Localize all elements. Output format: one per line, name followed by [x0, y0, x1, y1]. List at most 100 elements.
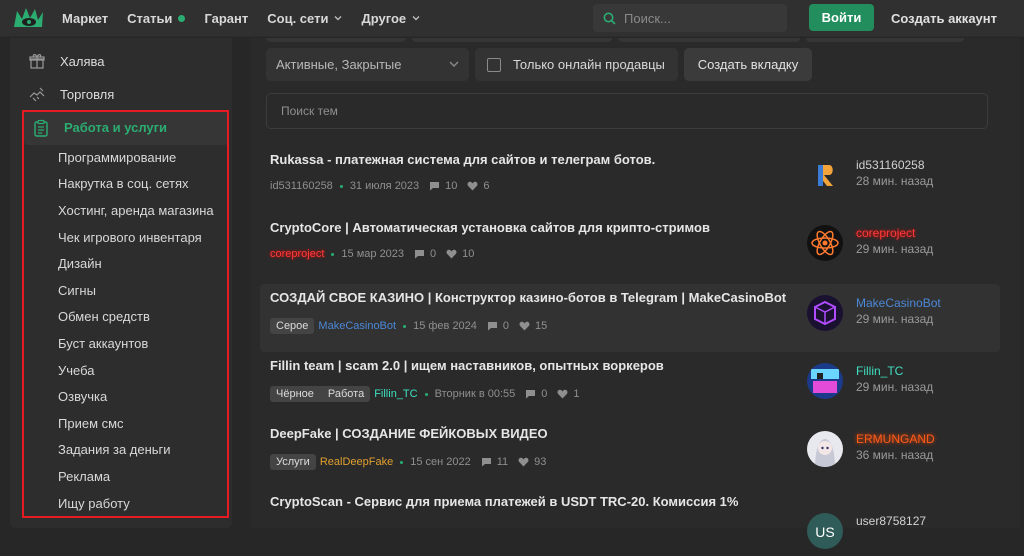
checkbox-icon — [487, 57, 501, 72]
heart-icon — [519, 321, 530, 331]
sidebar-item-freebies[interactable]: Халява — [10, 46, 232, 76]
top-navbar: Маркет Статьи Гарант Соц. сети Другое По… — [0, 0, 1024, 37]
thread-tag[interactable]: Серое — [270, 318, 315, 334]
thread-item[interactable]: CryptoCore | Автоматическая установка са… — [260, 214, 1000, 282]
reply-count: 0 — [525, 388, 547, 400]
sidebar-item-trading[interactable]: Торговля — [10, 79, 232, 109]
gift-icon — [29, 54, 45, 69]
thread-meta: Услуги RealDeepFake 15 сен 2022 11 93 — [270, 454, 556, 470]
search-input[interactable]: Поиск... — [593, 4, 787, 32]
reply-count-value: 0 — [430, 248, 437, 260]
nav-other-label: Другое — [361, 10, 407, 26]
thread-tags[interactable]: Чёрное Работа — [270, 386, 371, 402]
nav-articles[interactable]: Статьи — [127, 11, 186, 26]
thread-title[interactable]: CryptoScan - Сервис для приема платежей … — [270, 494, 738, 509]
avatar[interactable]: US — [807, 513, 843, 549]
last-reply-time: 29 мин. назад — [856, 380, 934, 394]
thread-author[interactable]: MakeCasinoBot — [318, 320, 396, 332]
separator-dot — [424, 392, 428, 396]
like-count: 10 — [446, 248, 474, 260]
nav-market[interactable]: Маркет — [62, 11, 108, 26]
nav-guarantor[interactable]: Гарант — [204, 11, 248, 26]
search-placeholder: Поиск... — [624, 10, 671, 26]
avatar[interactable] — [807, 295, 843, 331]
sidebar-item-label: Халява — [60, 53, 105, 69]
separator-dot — [331, 252, 335, 256]
thread-title[interactable]: CryptoCore | Автоматическая установка са… — [270, 220, 710, 235]
thread-item[interactable]: CryptoScan - Сервис для приема платежей … — [260, 488, 1000, 556]
thread-title[interactable]: Rukassa - платежная система для сайтов и… — [270, 152, 655, 167]
thread-author[interactable]: Fillin_TC — [374, 388, 417, 400]
reply-count-value: 0 — [502, 320, 510, 332]
online-sellers-checkbox[interactable]: Только онлайн продавцы — [475, 48, 678, 81]
nav-social[interactable]: Соц. сети — [267, 11, 342, 26]
topic-search-input[interactable]: Поиск тем — [266, 93, 988, 129]
avatar[interactable] — [807, 363, 843, 399]
reply-count-value: 0 — [541, 388, 548, 400]
separator-dot — [400, 460, 404, 464]
last-reply-user[interactable]: coreproject — [856, 226, 915, 240]
thread-date: 15 мар 2023 — [341, 248, 405, 260]
login-button[interactable]: Войти — [809, 4, 874, 31]
last-reply-user[interactable]: user8758127 — [856, 514, 926, 528]
avatar[interactable] — [807, 431, 843, 467]
avatar[interactable] — [807, 225, 843, 261]
last-reply-user[interactable]: MakeCasinoBot — [856, 296, 941, 310]
thread-tag[interactable]: Услуги — [270, 454, 316, 470]
logo-icon[interactable] — [12, 5, 46, 31]
last-reply-time: 36 мин. назад — [856, 448, 934, 462]
thread-date: Вторник в 00:55 — [434, 388, 516, 400]
like-count: 6 — [467, 180, 490, 192]
thread-meta: Чёрное Работа Fillin_TC Вторник в 00:55 0 1 — [270, 386, 590, 402]
status-select-value: Активные, Закрытые — [276, 57, 402, 72]
chevron-down-icon — [334, 16, 342, 21]
signup-link[interactable]: Создать аккаунт — [891, 11, 997, 26]
filter-strip — [806, 38, 964, 42]
thread-title[interactable]: Fillin team | scam 2.0 | ищем наставнико… — [270, 358, 664, 373]
create-tab-button[interactable]: Создать вкладку — [684, 48, 812, 81]
reply-count: 11 — [481, 456, 508, 468]
like-count-value: 10 — [462, 248, 475, 260]
main-content: Активные, Закрытые Только онлайн продавц… — [250, 38, 1020, 549]
heart-icon — [557, 389, 568, 399]
thread-date: 15 фев 2024 — [413, 320, 477, 332]
thread-title[interactable]: DeepFake | СОЗДАНИЕ ФЕЙКОВЫХ ВИДЕО — [270, 426, 548, 441]
last-reply-time: 29 мин. назад — [856, 242, 934, 256]
thread-tag[interactable]: Работа — [328, 388, 364, 400]
avatar[interactable] — [807, 157, 843, 193]
like-count-value: 6 — [483, 180, 490, 192]
comment-icon — [487, 322, 497, 331]
separator-dot — [403, 324, 407, 328]
thread-item[interactable]: СОЗДАЙ СВОЕ КАЗИНО | Конструктор казино-… — [260, 284, 1000, 352]
chevron-down-icon — [449, 61, 459, 67]
thread-author[interactable]: coreproject — [270, 248, 324, 260]
last-reply-user[interactable]: ERMUNGAND — [856, 432, 935, 446]
thread-meta: Серое MakeCasinoBot 15 фев 2024 0 15 — [270, 318, 557, 334]
last-reply-user[interactable]: Fillin_TC — [856, 364, 903, 378]
comment-icon — [415, 250, 425, 259]
thread-title[interactable]: СОЗДАЙ СВОЕ КАЗИНО | Конструктор казино-… — [270, 290, 786, 305]
search-icon — [603, 12, 616, 25]
thread-meta: coreproject 15 мар 2023 0 10 — [270, 248, 484, 260]
thread-item[interactable]: DeepFake | СОЗДАНИЕ ФЕЙКОВЫХ ВИДЕО Услуги… — [260, 420, 1000, 488]
heart-icon — [446, 249, 457, 259]
filter-strip — [618, 38, 800, 42]
sidebar-item-label: Торговля — [60, 86, 115, 102]
thread-item[interactable]: Rukassa - платежная система для сайтов и… — [260, 146, 1000, 214]
thread-item[interactable]: Fillin team | scam 2.0 | ищем наставнико… — [260, 352, 1000, 420]
like-count-value: 15 — [535, 320, 548, 332]
nav-other[interactable]: Другое — [361, 11, 420, 26]
status-select[interactable]: Активные, Закрытые — [266, 48, 469, 81]
thread-meta: id531160258 31 июля 2023 10 6 — [270, 180, 500, 192]
last-reply-time: 29 мин. назад — [856, 312, 934, 326]
last-reply-user[interactable]: id531160258 — [856, 158, 925, 172]
like-count-value: 93 — [534, 456, 547, 468]
reply-count-value: 10 — [445, 180, 458, 192]
thread-author[interactable]: id531160258 — [270, 180, 333, 192]
last-reply-time: 28 мин. назад — [856, 174, 934, 188]
thread-author[interactable]: RealDeepFake — [320, 456, 393, 468]
online-dot-icon — [178, 14, 186, 22]
thread-tag[interactable]: Чёрное — [276, 388, 314, 400]
topic-search-placeholder: Поиск тем — [281, 104, 338, 118]
nav-guarantor-label: Гарант — [204, 10, 249, 26]
